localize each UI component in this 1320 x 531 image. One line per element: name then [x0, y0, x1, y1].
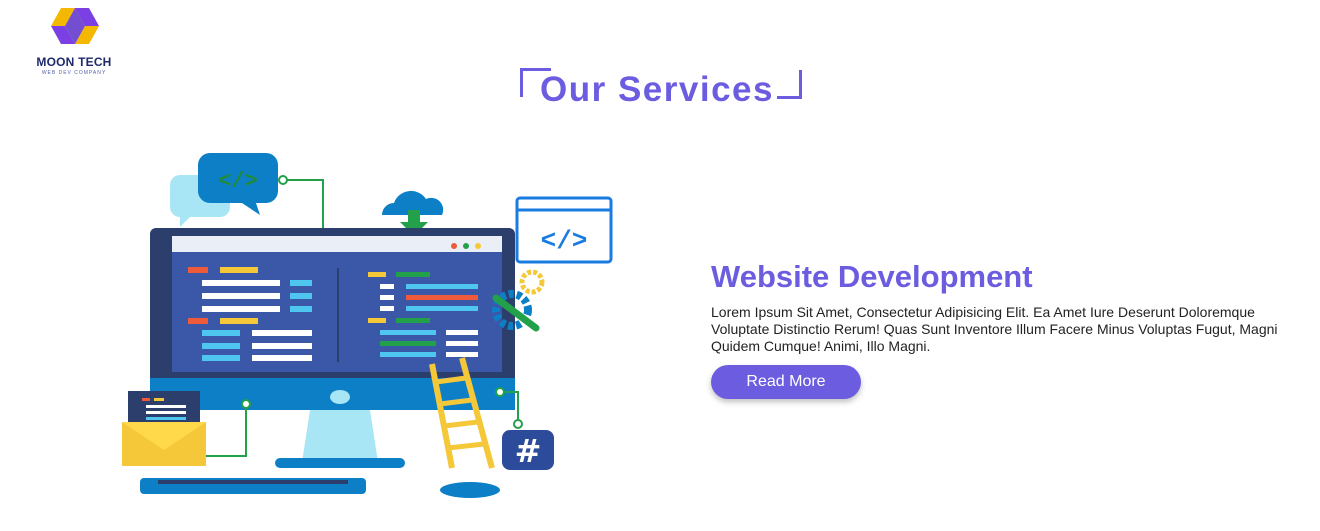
code-bubble-text: </>	[218, 169, 258, 194]
read-more-button[interactable]: Read More	[711, 365, 861, 399]
mouse	[440, 482, 500, 498]
browser-window-code: </>	[541, 226, 588, 256]
brand-logo[interactable]: MOON TECH WEB DEV COMPANY	[30, 6, 118, 76]
section-title: Our Services	[540, 70, 774, 109]
web-development-illustration: </> </> #	[122, 153, 613, 498]
brand-tagline: WEB DEV COMPANY	[41, 70, 107, 76]
section-heading: Our Services	[520, 66, 804, 109]
small-gear-icon	[519, 269, 545, 295]
hash-badge-text: #	[515, 432, 542, 470]
monitor-stand	[302, 410, 378, 462]
service-title: Website Development	[711, 259, 1033, 294]
service-card: Website Development Lorem Ipsum Sit Amet…	[711, 258, 1311, 399]
moon-tech-logo-icon	[51, 8, 99, 44]
brand-name: MOON TECH	[36, 55, 112, 69]
service-description: Lorem Ipsum Sit Amet, Consectetur Adipis…	[711, 304, 1278, 354]
